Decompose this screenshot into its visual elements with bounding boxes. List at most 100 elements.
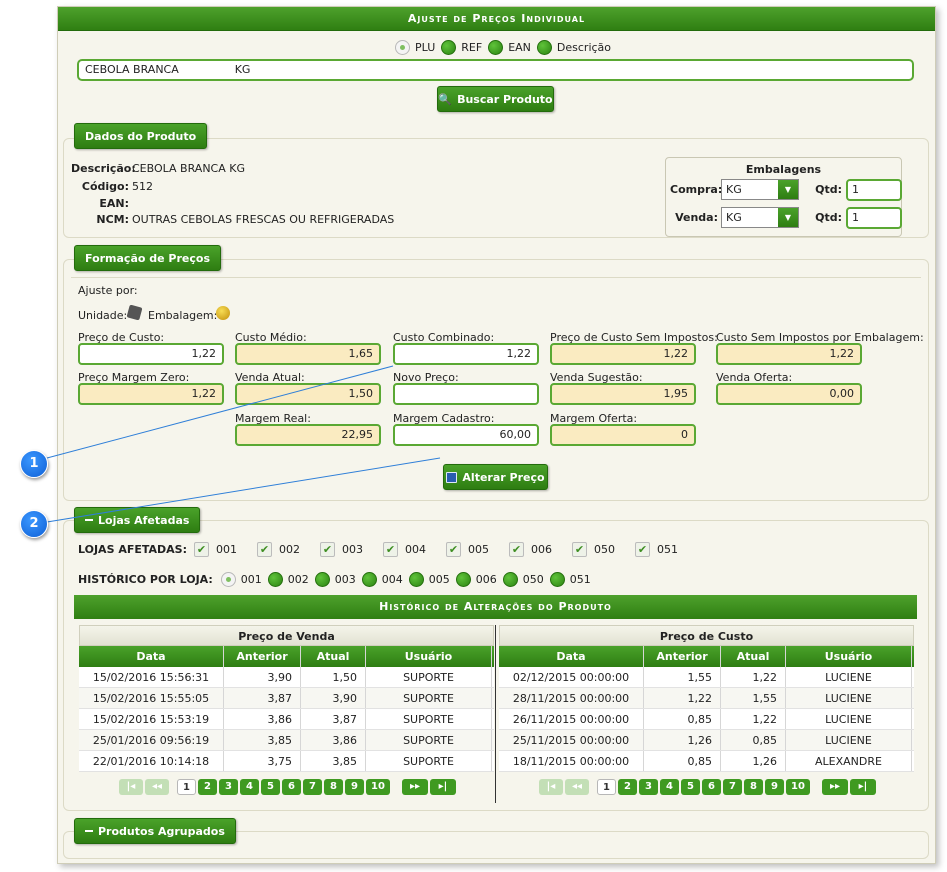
venda-select[interactable]: KG ▼ <box>721 207 799 228</box>
product-search-input[interactable]: CEBOLA BRANCA KG <box>77 59 914 81</box>
page-button[interactable]: 6 <box>702 779 721 795</box>
page-button[interactable]: 10 <box>366 779 390 795</box>
page-button[interactable]: 8 <box>324 779 343 795</box>
table-row[interactable]: 02/12/2015 00:00:00 1,55 1,22 LUCIENE <box>499 667 914 688</box>
table-row[interactable]: 28/11/2015 00:00:00 1,22 1,55 LUCIENE <box>499 688 914 709</box>
col-anterior[interactable]: Anterior <box>224 646 301 667</box>
page-button[interactable]: 3 <box>639 779 658 795</box>
check-icon[interactable]: ✔ <box>383 542 398 557</box>
table-row[interactable]: 15/02/2016 15:53:19 3,86 3,87 SUPORTE <box>79 709 494 730</box>
page-button[interactable]: 7 <box>303 779 322 795</box>
lojas-afetadas-label: LOJAS AFETADAS: <box>78 543 187 556</box>
page-button[interactable]: 4 <box>660 779 679 795</box>
table-row[interactable]: 15/02/2016 15:55:05 3,87 3,90 SUPORTE <box>79 688 494 709</box>
col-data[interactable]: Data <box>499 646 644 667</box>
next-page-button[interactable]: ▸▸ <box>402 779 428 795</box>
alterar-preco-button[interactable]: Alterar Preço <box>443 464 548 490</box>
check-icon[interactable]: ✔ <box>446 542 461 557</box>
compra-select[interactable]: KG ▼ <box>721 179 799 200</box>
page-button[interactable]: 5 <box>681 779 700 795</box>
margem-cadastro-input[interactable]: 60,00 <box>393 424 539 446</box>
last-page-button[interactable]: ▸| <box>430 779 456 795</box>
custo-table: Preço de Custo Data Anterior Atual Usuár… <box>499 625 914 772</box>
page-button[interactable]: 4 <box>240 779 259 795</box>
first-page-button[interactable]: |◂ <box>119 779 143 795</box>
radio-loja[interactable] <box>267 572 283 587</box>
col-usuario[interactable]: Usuário <box>786 646 912 667</box>
page-button[interactable]: 3 <box>219 779 238 795</box>
col-atual[interactable]: Atual <box>301 646 366 667</box>
cell-atual: 3,90 <box>301 688 366 708</box>
page-button[interactable]: 2 <box>198 779 217 795</box>
page-button[interactable]: 1 <box>177 779 196 795</box>
coins-icon[interactable] <box>216 306 230 320</box>
page-button[interactable]: 2 <box>618 779 637 795</box>
agrupados-tab[interactable]: Produtos Agrupados <box>74 818 236 844</box>
preco-custo-input[interactable]: 1,22 <box>78 343 224 365</box>
loja-label: 002 <box>279 543 300 556</box>
radio-loja[interactable] <box>408 572 424 587</box>
codigo-label: Código: <box>81 180 129 193</box>
prev-page-button[interactable]: ◂◂ <box>565 779 589 795</box>
cell-usuario: SUPORTE <box>366 688 492 708</box>
radio-loja[interactable] <box>502 572 518 587</box>
first-page-button[interactable]: |◂ <box>539 779 563 795</box>
radio-loja[interactable] <box>455 572 471 587</box>
chevron-down-icon[interactable]: ▼ <box>778 208 798 227</box>
page-button[interactable]: 6 <box>282 779 301 795</box>
chevron-down-icon[interactable]: ▼ <box>778 180 798 199</box>
radio-ean[interactable] <box>488 40 504 55</box>
lojas-tab[interactable]: Lojas Afetadas <box>74 507 201 533</box>
radio-loja[interactable] <box>314 572 330 587</box>
buscar-produto-button[interactable]: 🔍 Buscar Produto <box>437 86 554 112</box>
cell-data: 22/01/2016 10:14:18 <box>79 751 224 771</box>
table-row[interactable]: 25/01/2016 09:56:19 3,85 3,86 SUPORTE <box>79 730 494 751</box>
table-row[interactable]: 18/11/2015 00:00:00 0,85 1,26 ALEXANDRE <box>499 751 914 772</box>
col-atual[interactable]: Atual <box>721 646 786 667</box>
radio-loja[interactable] <box>220 572 236 587</box>
radio-plu[interactable] <box>395 40 410 55</box>
radio-ref[interactable] <box>441 40 457 55</box>
col-data[interactable]: Data <box>79 646 224 667</box>
qtd-compra-label: Qtd: <box>815 183 842 196</box>
next-page-button[interactable]: ▸▸ <box>822 779 848 795</box>
page-button[interactable]: 9 <box>345 779 364 795</box>
page-button[interactable]: 1 <box>597 779 616 795</box>
page-button[interactable]: 10 <box>786 779 810 795</box>
col-anterior[interactable]: Anterior <box>644 646 721 667</box>
table-row[interactable]: 22/01/2016 10:14:18 3,75 3,85 SUPORTE <box>79 751 494 772</box>
check-icon[interactable]: ✔ <box>635 542 650 557</box>
cell-atual: 3,87 <box>301 709 366 729</box>
cell-data: 15/02/2016 15:53:19 <box>79 709 224 729</box>
novo-preco-input[interactable] <box>393 383 539 405</box>
table-row[interactable]: 15/02/2016 15:56:31 3,90 1,50 SUPORTE <box>79 667 494 688</box>
preco-margem-zero-field: 1,22 <box>78 383 224 405</box>
page-button[interactable]: 7 <box>723 779 742 795</box>
page-button[interactable]: 8 <box>744 779 763 795</box>
page-button[interactable]: 9 <box>765 779 784 795</box>
check-icon[interactable]: ✔ <box>194 542 209 557</box>
prev-page-button[interactable]: ◂◂ <box>145 779 169 795</box>
formacao-tab[interactable]: Formação de Preços <box>74 245 222 271</box>
check-icon[interactable]: ✔ <box>509 542 524 557</box>
check-icon[interactable]: ✔ <box>257 542 272 557</box>
table-row[interactable]: 25/11/2015 00:00:00 1,26 0,85 LUCIENE <box>499 730 914 751</box>
qtd-venda-input[interactable]: 1 <box>846 207 902 229</box>
col-usuario[interactable]: Usuário <box>366 646 492 667</box>
check-icon[interactable]: ✔ <box>320 542 335 557</box>
radio-loja[interactable] <box>549 572 565 587</box>
loja-label: 003 <box>342 543 363 556</box>
cell-data: 25/01/2016 09:56:19 <box>79 730 224 750</box>
cell-usuario: SUPORTE <box>366 667 492 687</box>
radio-descricao[interactable] <box>536 40 552 55</box>
last-page-button[interactable]: ▸| <box>850 779 876 795</box>
table-row[interactable]: 26/11/2015 00:00:00 0,85 1,22 LUCIENE <box>499 709 914 730</box>
check-icon[interactable]: ✔ <box>572 542 587 557</box>
cell-usuario: SUPORTE <box>366 709 492 729</box>
page-button[interactable]: 5 <box>261 779 280 795</box>
custo-medio-field: 1,65 <box>235 343 381 365</box>
radio-loja[interactable] <box>361 572 377 587</box>
dados-tab[interactable]: Dados do Produto <box>74 123 208 149</box>
qtd-compra-input[interactable]: 1 <box>846 179 902 201</box>
custo-combinado-input[interactable]: 1,22 <box>393 343 539 365</box>
